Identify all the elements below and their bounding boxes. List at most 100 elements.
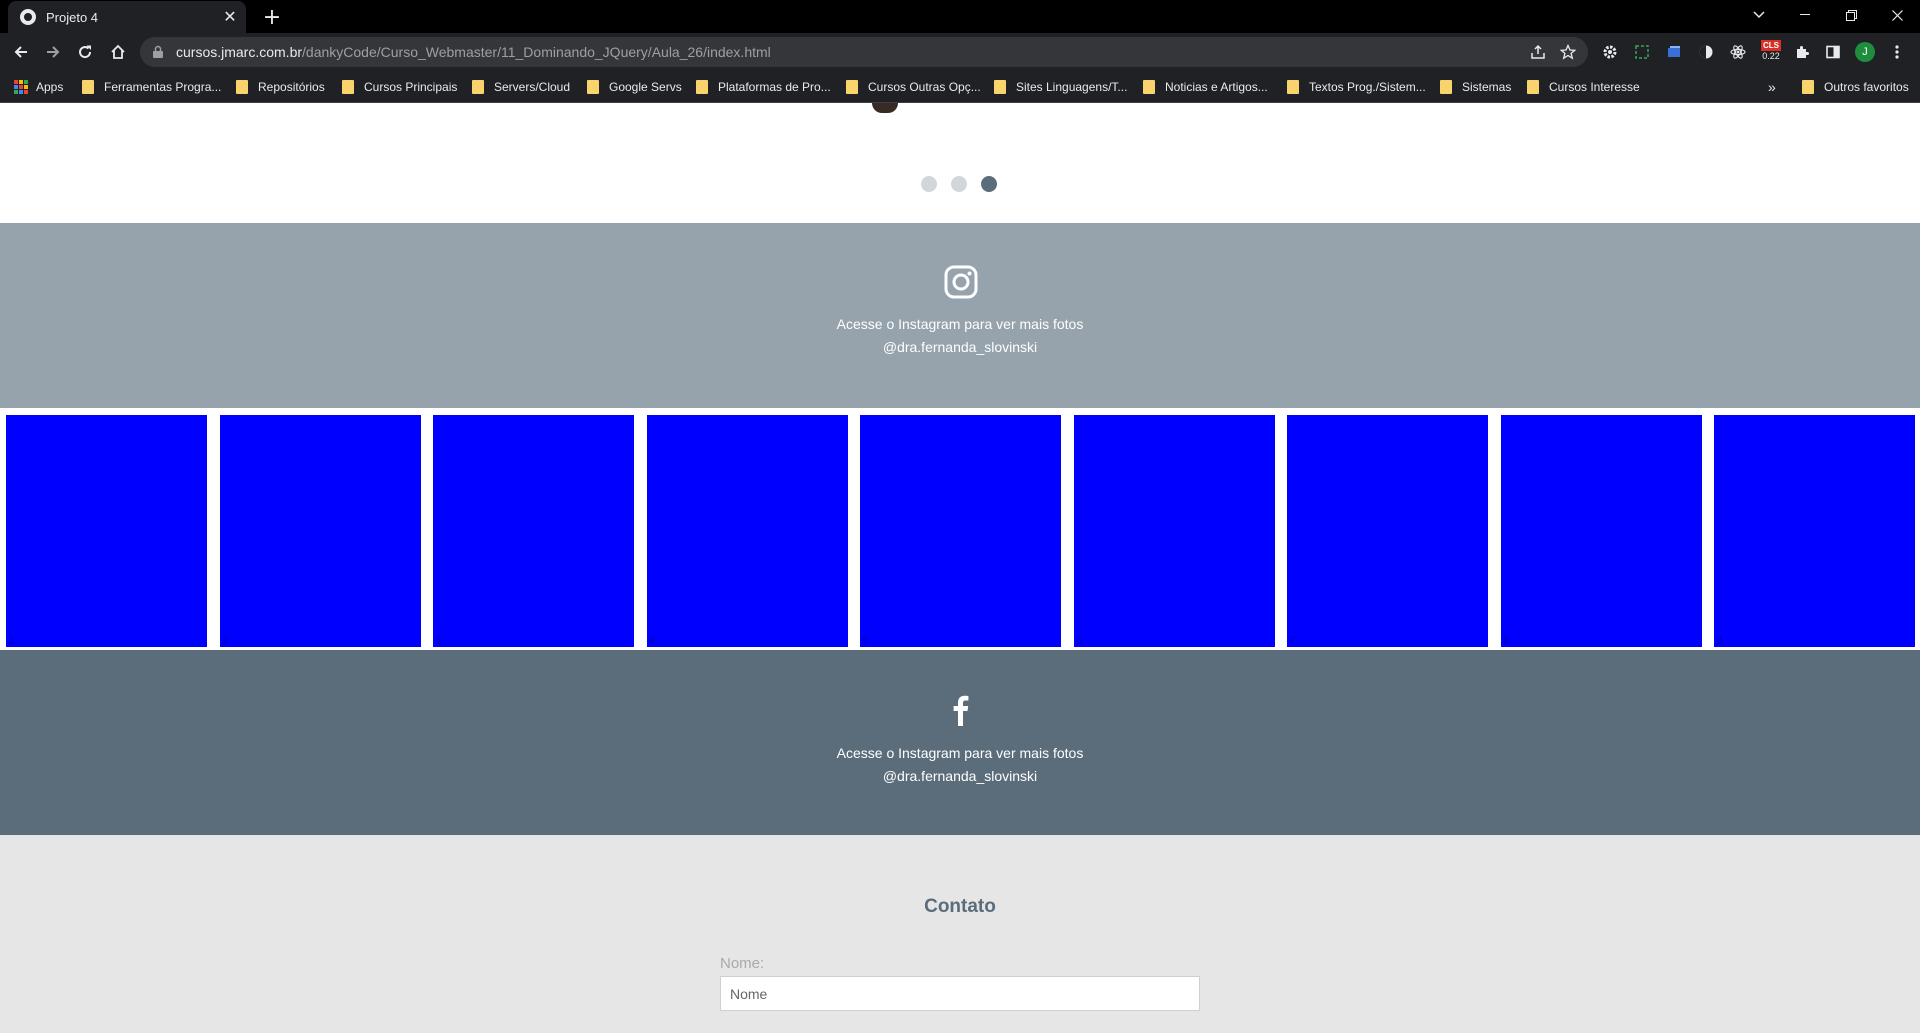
bookmark-label: Google Servs <box>609 80 682 94</box>
facebook-handle[interactable]: @dra.fernanda_slovinski <box>0 765 1920 788</box>
gallery-image[interactable]: 4 <box>647 415 848 647</box>
bookmark-folder[interactable]: Plataformas de Pro... <box>696 78 831 96</box>
bookmark-folder[interactable]: Sistemas <box>1440 78 1511 96</box>
gallery-image[interactable]: 5 <box>860 415 1061 647</box>
gallery-image[interactable]: 3 <box>433 415 634 647</box>
name-label: Nome: <box>720 955 765 972</box>
cls-extension-badge[interactable]: CLS 0.22 <box>1759 37 1783 65</box>
folder-icon <box>696 80 708 94</box>
bookmark-folder[interactable]: Textos Prog./Sistem... <box>1287 78 1426 96</box>
folder-icon <box>1440 80 1452 94</box>
instagram-text: Acesse o Instagram para ver mais fotos <box>836 316 1084 332</box>
bookmark-folder[interactable]: Servers/Cloud <box>472 78 570 96</box>
close-window-button[interactable] <box>1874 0 1920 30</box>
bookmark-star-icon[interactable] <box>1559 43 1577 60</box>
puzzle-extensions-icon[interactable] <box>1792 42 1812 62</box>
bookmark-label: Cursos Principais <box>364 80 458 94</box>
facebook-text: Acesse o Instagram para ver mais fotos <box>836 745 1084 761</box>
bookmark-label: Repositórios <box>258 80 325 94</box>
folder-icon <box>472 80 484 94</box>
slider-dot[interactable] <box>951 176 967 192</box>
folder-icon <box>82 80 94 94</box>
facebook-section: Acesse o Instagram para ver mais fotos @… <box>0 650 1920 835</box>
tab-strip: Projeto 4 ✕ + <box>0 0 1920 33</box>
bookmark-folder[interactable]: Noticias e Artigos... <box>1143 78 1268 96</box>
browser-toolbar: cursos.jmarc.com.br/dankyCode/Curso_Webm… <box>0 33 1920 71</box>
gallery-image-number: 3 <box>435 635 442 647</box>
bookmark-folder[interactable]: Repositórios <box>236 78 325 96</box>
bookmark-label: Cursos Interesse <box>1549 80 1640 94</box>
folder-icon <box>1802 80 1814 94</box>
back-button[interactable] <box>6 37 36 67</box>
folder-icon <box>587 80 599 94</box>
bookmark-label: Noticias e Artigos... <box>1165 80 1268 94</box>
bookmark-folder[interactable]: Sites Linguagens/T... <box>994 78 1127 96</box>
slider-dot[interactable] <box>921 176 937 192</box>
bookmarks-bar: Apps Ferramentas Progra... Repositórios … <box>0 71 1920 103</box>
bookmark-folder[interactable]: Google Servs <box>587 78 682 96</box>
window-extension-icon[interactable] <box>1664 42 1684 62</box>
gallery-image[interactable]: 8 <box>1501 415 1702 647</box>
contact-title: Contato <box>924 896 996 917</box>
bookmark-folder[interactable]: Cursos Interesse <box>1527 78 1640 96</box>
bookmark-label: Ferramentas Progra... <box>104 80 222 94</box>
tab-title: Projeto 4 <box>46 9 99 25</box>
restore-button[interactable] <box>1828 0 1874 30</box>
bookmarks-overflow-button[interactable]: » <box>1768 78 1776 96</box>
slider-dots <box>921 176 997 192</box>
profile-avatar[interactable]: J <box>1855 42 1875 62</box>
tab-close-icon[interactable]: ✕ <box>220 7 240 27</box>
bookmark-apps[interactable]: Apps <box>14 78 63 96</box>
gallery-image[interactable]: 6 <box>1074 415 1275 647</box>
home-icon <box>111 44 125 59</box>
gallery-image[interactable]: 7 <box>1287 415 1488 647</box>
bookmark-folder[interactable]: Ferramentas Progra... <box>82 78 221 96</box>
react-extension-icon[interactable] <box>1728 42 1748 62</box>
bookmark-folder[interactable]: Cursos Principais <box>342 78 457 96</box>
forward-button[interactable] <box>38 37 68 67</box>
menu-kebab-icon[interactable] <box>1887 42 1907 62</box>
gallery-image[interactable]: 1 <box>6 415 207 647</box>
gallery-image[interactable]: 2 <box>220 415 421 647</box>
gallery-image-number: 1 <box>8 635 15 647</box>
folder-icon <box>994 80 1006 94</box>
bookmark-label: Plataformas de Pro... <box>718 80 831 94</box>
folder-icon <box>846 80 858 94</box>
url-text: cursos.jmarc.com.br/dankyCode/Curso_Webm… <box>176 44 771 60</box>
cls-value: 0.22 <box>1762 51 1780 61</box>
address-bar[interactable]: cursos.jmarc.com.br/dankyCode/Curso_Webm… <box>140 37 1588 67</box>
screenshot-extension-icon[interactable] <box>1632 42 1652 62</box>
folder-icon <box>236 80 248 94</box>
new-tab-button[interactable]: + <box>258 3 286 31</box>
reload-icon <box>79 45 92 59</box>
side-panel-icon[interactable] <box>1823 42 1843 62</box>
instagram-icon[interactable] <box>944 265 978 299</box>
slider-dot[interactable] <box>981 176 997 192</box>
gear-extension-icon[interactable] <box>1600 42 1620 62</box>
gallery-image[interactable]: 9 <box>1714 415 1915 647</box>
gallery-image-number: 7 <box>1289 635 1296 647</box>
gallery-image-number: 8 <box>1503 635 1510 647</box>
bookmark-label: Outros favoritos <box>1824 80 1909 94</box>
bookmark-folder[interactable]: Cursos Outras Opç... <box>846 78 981 96</box>
photo-gallery: 1 2 3 4 5 6 7 8 9 <box>0 408 1920 650</box>
gallery-image-number: 4 <box>649 635 656 647</box>
bookmark-label: Sistemas <box>1462 80 1512 94</box>
reload-button[interactable] <box>70 37 100 67</box>
other-bookmarks-folder[interactable]: Outros favoritos <box>1802 78 1909 96</box>
gallery-image-number: 6 <box>1076 635 1083 647</box>
minimize-button[interactable] <box>1782 0 1828 30</box>
share-icon[interactable] <box>1530 44 1546 60</box>
facebook-icon[interactable] <box>944 692 978 726</box>
active-tab[interactable]: Projeto 4 ✕ <box>8 1 246 33</box>
tab-search-icon[interactable] <box>1736 0 1782 30</box>
name-input[interactable] <box>720 976 1200 1011</box>
contrast-extension-icon[interactable] <box>1696 42 1716 62</box>
folder-icon <box>1143 80 1155 94</box>
home-button[interactable] <box>103 37 133 67</box>
url-host: cursos.jmarc.com.br <box>176 44 303 60</box>
instagram-section: Acesse o Instagram para ver mais fotos @… <box>0 223 1920 408</box>
url-path: /dankyCode/Curso_Webmaster/11_Dominando_… <box>302 44 771 60</box>
instagram-handle[interactable]: @dra.fernanda_slovinski <box>0 336 1920 359</box>
lock-icon <box>152 45 166 59</box>
